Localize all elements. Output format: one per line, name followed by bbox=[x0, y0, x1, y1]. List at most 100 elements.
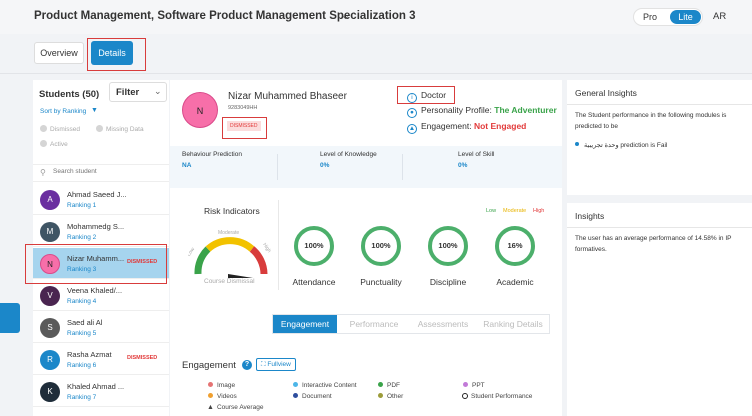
student-ranking: Ranking 7 bbox=[67, 394, 97, 401]
divider bbox=[402, 154, 403, 180]
divider bbox=[567, 104, 752, 105]
risk-indicators-title: Risk Indicators bbox=[204, 206, 260, 216]
help-icon[interactable]: ? bbox=[242, 360, 252, 370]
legend-item-ppt: PPT bbox=[463, 382, 485, 389]
personality-row: ● Personality Profile: The Adventurer bbox=[407, 105, 557, 118]
engagement-value: Not Engaged bbox=[473, 121, 527, 131]
avatar: N bbox=[40, 254, 60, 274]
side-drawer-handle[interactable] bbox=[0, 303, 20, 333]
sort-icon[interactable]: ▼ bbox=[91, 107, 98, 114]
legend-item-videos: Videos bbox=[208, 393, 237, 400]
legend-item-image: Image bbox=[208, 382, 235, 389]
student-detail-panel: N Nizar Muhammed Bhaseer 9283049HH DISMI… bbox=[170, 80, 562, 416]
profile-name: Nizar Muhammed Bhaseer bbox=[228, 91, 347, 102]
attendance-label: Attendance bbox=[292, 277, 336, 287]
tab-performance[interactable]: Performance bbox=[339, 315, 409, 333]
legend-item-pdf: PDF bbox=[378, 382, 400, 389]
option-active[interactable]: Active bbox=[40, 140, 68, 148]
general-insights-title: General Insights bbox=[575, 88, 637, 98]
legend-item-student-performance: Student Performance bbox=[462, 393, 532, 400]
student-item[interactable]: M Mohammedg S... Ranking 2 bbox=[33, 216, 169, 247]
mode-lite-option[interactable]: Lite bbox=[670, 10, 701, 24]
tab-details[interactable]: Details bbox=[91, 41, 133, 65]
legend-dot-icon bbox=[378, 382, 383, 387]
insights-title: Insights bbox=[575, 211, 605, 221]
legend-moderate: Moderate bbox=[503, 208, 527, 214]
tab-overview[interactable]: Overview bbox=[34, 42, 84, 64]
metric-label: Level of Skill bbox=[458, 151, 495, 158]
tab-engagement[interactable]: Engagement bbox=[273, 315, 337, 333]
engagement-row: ▲ Engagement: Not Engaged bbox=[407, 121, 527, 134]
view-tabs: Overview Details bbox=[0, 34, 752, 74]
avatar: M bbox=[40, 222, 60, 242]
legend-dot-icon bbox=[378, 393, 383, 398]
metrics-band: Behaviour Prediction NA Level of Knowled… bbox=[170, 146, 562, 188]
legend-low: Low bbox=[486, 208, 497, 214]
role-value: Doctor bbox=[421, 90, 447, 100]
students-title: Students (50) bbox=[39, 89, 100, 100]
legend-dot-icon bbox=[293, 382, 298, 387]
student-item[interactable]: V Veena Khaled/... Ranking 4 bbox=[33, 280, 169, 311]
student-ranking: Ranking 4 bbox=[67, 298, 97, 305]
radio-icon bbox=[96, 125, 103, 132]
students-panel: Students (50) Filter ⌄ Sort by Ranking ▼… bbox=[33, 80, 169, 416]
bullet-icon bbox=[575, 142, 579, 146]
mode-toggle[interactable]: Pro Lite bbox=[633, 8, 703, 26]
student-name: Nizar Muhamm... bbox=[67, 254, 125, 263]
student-item[interactable]: A Ahmad Saeed J... Ranking 1 bbox=[33, 184, 169, 215]
legend-dot-icon bbox=[208, 382, 213, 387]
detail-subtabs: Engagement Performance Assessments Ranki… bbox=[272, 314, 550, 334]
tab-ranking-details[interactable]: Ranking Details bbox=[477, 315, 549, 333]
general-insights-bullet: وحدة تجريبية prediction is Fail bbox=[575, 140, 747, 151]
academic-label: Academic bbox=[496, 277, 534, 287]
metric-label: Behaviour Prediction bbox=[182, 151, 242, 158]
legend-item-other: Other bbox=[378, 393, 403, 400]
student-item-selected[interactable]: N Nizar Muhamm... Ranking 3 DISMISSED bbox=[33, 248, 169, 279]
search-input[interactable] bbox=[53, 168, 163, 175]
punctuality-ring: 100% bbox=[361, 226, 401, 266]
divider bbox=[277, 154, 278, 180]
option-missing-data[interactable]: Missing Data bbox=[96, 125, 144, 133]
avatar: V bbox=[40, 286, 60, 306]
student-ranking: Ranking 3 bbox=[67, 266, 97, 273]
student-name: Saed ali Al bbox=[67, 318, 103, 327]
insights-panel: Insights The user has an average perform… bbox=[567, 203, 752, 416]
avatar: R bbox=[40, 350, 60, 370]
discipline-ring: 100% bbox=[428, 226, 468, 266]
chevron-down-icon[interactable]: ⌄ bbox=[341, 9, 350, 22]
mode-pro-option[interactable]: Pro bbox=[643, 12, 657, 22]
avatar: K bbox=[40, 382, 60, 402]
general-insights-panel: General Insights The Student performance… bbox=[567, 80, 752, 195]
metric-label: Level of Knowledge bbox=[320, 151, 377, 158]
student-ranking: Ranking 1 bbox=[67, 202, 97, 209]
student-ranking: Ranking 5 bbox=[67, 330, 97, 337]
divider bbox=[567, 227, 752, 228]
student-item[interactable]: K Khaled Ahmad ... Ranking 7 bbox=[33, 376, 169, 407]
gauge-moderate-segment bbox=[205, 237, 255, 252]
radio-icon bbox=[40, 140, 47, 147]
sort-by-ranking-link[interactable]: Sort by Ranking bbox=[40, 108, 86, 115]
tab-assessments[interactable]: Assessments bbox=[409, 315, 477, 333]
student-ranking: Ranking 2 bbox=[67, 234, 97, 241]
option-dismissed[interactable]: Dismissed bbox=[40, 125, 80, 133]
student-item[interactable]: R Rasha Azmat Ranking 6 DISMISSED bbox=[33, 344, 169, 375]
legend-item-document: Document bbox=[293, 393, 332, 400]
profile-id: 9283049HH bbox=[228, 105, 258, 111]
fullview-button[interactable]: ⛶ Fullview bbox=[256, 358, 296, 371]
search-row: ⚲ bbox=[33, 164, 169, 182]
student-item[interactable]: S Saed ali Al Ranking 5 bbox=[33, 312, 169, 343]
student-name: Veena Khaled/... bbox=[67, 286, 123, 295]
profile-status-badge: DISMISSED bbox=[227, 121, 261, 131]
avatar: A bbox=[40, 190, 60, 210]
triangle-icon: ▲ bbox=[207, 404, 214, 411]
metric-value: 0% bbox=[320, 162, 330, 169]
course-title[interactable]: Product Management, Software Product Man… bbox=[34, 10, 416, 22]
attendance-ring: 100% bbox=[294, 226, 334, 266]
language-button[interactable]: AR bbox=[713, 11, 726, 22]
chevron-down-icon: ⌄ bbox=[154, 86, 162, 96]
engagement-icon: ▲ bbox=[407, 124, 417, 134]
engagement-title: Engagement bbox=[182, 360, 236, 371]
legend-item-course-average: ▲ Course Average bbox=[207, 404, 264, 411]
filter-dropdown[interactable]: Filter ⌄ bbox=[109, 82, 167, 102]
legend-item-interactive: Interactive Content bbox=[293, 382, 357, 389]
